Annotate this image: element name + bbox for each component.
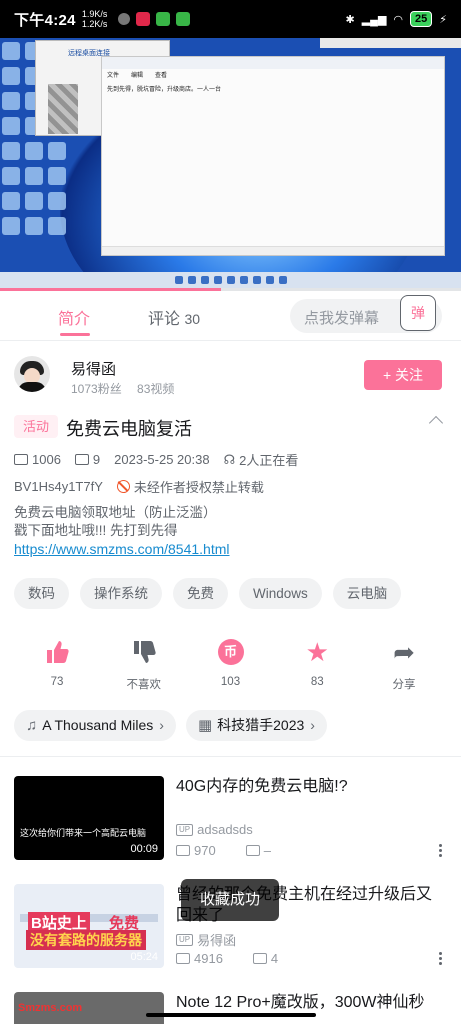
viewers-icon: ☊ [223,451,236,467]
more-options-icon[interactable] [439,952,443,967]
author-stats: 1073粉丝 83视频 [71,382,175,396]
play-count-icon [176,845,190,856]
charging-icon: ⚡ [439,13,447,26]
tab-comment[interactable]: 评论 30 [148,305,200,329]
mute-icon [117,13,130,25]
favorite-button[interactable]: ★ 83 [274,638,360,694]
no-repost-icon [116,480,130,493]
tab-intro[interactable]: 简介 [58,305,90,329]
app-notification-icon [135,12,150,26]
tag-item[interactable]: 操作系统 [80,578,162,609]
notepad-text: 先到先得，脱坑冒险，升级商店。一人一台 [107,87,222,93]
signal-icon: ▂▄▆ [361,13,387,26]
download-icon [155,12,170,26]
video-id-row: BV1Hs4y1T7fY 未经作者授权禁止转载 [14,477,264,496]
video-player[interactable]: 远程桌面连接 文件 编辑 查看 先到先得，脱坑冒险，升级商店。一人一台 [0,38,461,288]
related-title[interactable]: Note 12 Pro+魔改版，300W神仙秒 [176,992,446,1013]
dislike-button[interactable]: 不喜欢 [101,638,187,694]
video-duration: 05:24 [130,951,158,963]
chevron-right-icon: › [310,717,315,733]
coin-icon: 币 [217,639,244,665]
danmaku-count-icon [252,953,267,964]
status-time: 下午4:24 [14,11,76,29]
bvid: BV1Hs4y1T7fY [14,479,103,494]
video-thumbnail[interactable]: 这次给你们带来一个高配云电脑 00:09 [14,776,164,860]
publish-date: 2023-5-25 20:38 [114,452,210,467]
star-icon: ★ [305,637,329,667]
related-title[interactable]: 40G内存的免费云电脑!? [176,776,446,797]
avatar[interactable] [14,356,50,392]
title-row: 活动 免费云电脑复活 [14,412,447,442]
music-chip[interactable]: ♫ A Thousand Miles › [14,710,176,741]
action-bar: 73 不喜欢 币 103 ★ 83 ➦ 分享 [14,638,447,694]
follow-button[interactable]: + 关注 [364,360,442,390]
more-options-icon[interactable] [439,844,443,859]
extra-chips: ♫ A Thousand Miles › ▦ 科技猎手2023 › [14,710,327,741]
share-button[interactable]: ➦ 分享 [361,638,447,694]
description-link[interactable]: https://www.smzms.com/8541.html [14,541,230,557]
divider [0,756,461,757]
chevron-right-icon: › [159,717,164,733]
play-count-icon [176,953,190,964]
thumbs-up-icon [47,641,69,663]
tag-item[interactable]: 数码 [14,578,69,609]
video-thumbnail[interactable]: B站史上 免费 没有套路的服务器 05:24 [14,884,164,968]
play-count-icon [14,454,28,465]
taskbar [0,272,461,288]
list-item[interactable]: 这次给你们带来一个高配云电脑 00:09 40G内存的免费云电脑!? UP ad… [14,776,447,862]
tab-active-indicator [60,333,90,336]
video-duration: 00:09 [130,843,158,855]
watermark: Smzms.com [18,1002,83,1014]
network-speed: 1.9K/s 1.2K/s [81,9,108,29]
chevron-up-icon[interactable] [428,415,444,431]
screen-toolbar [320,38,461,48]
share-icon: ➦ [393,637,415,667]
video-title: 免费云电脑复活 [66,419,192,439]
event-chip[interactable]: ▦ 科技猎手2023 › [185,710,327,741]
related-stats: 970 – [176,843,301,858]
author-name[interactable]: 易得函 [71,358,116,379]
danmaku-toggle-icon[interactable]: 弹 [400,295,436,331]
tag-item[interactable]: Windows [239,578,322,609]
wifi-icon: ◠ [393,13,404,26]
bluetooth-icon: ✱ [345,13,355,26]
like-button[interactable]: 73 [14,638,100,694]
up-icon: UP [176,933,194,946]
blurred-region [48,84,78,134]
danmaku-count-icon [245,845,260,856]
content-tabs: 简介 评论 30 点我发弹幕 弹 [0,291,461,341]
tag-item[interactable]: 云电脑 [332,578,402,609]
author-row: 易得函 1073粉丝 83视频 + 关注 [14,356,447,400]
notification-icon [175,12,190,26]
video-description: 免费云电脑领取地址（防止泛滥） 戳下面地址哦!!! 先打到先得 https://… [14,505,230,557]
coin-button[interactable]: 币 103 [188,638,274,694]
home-indicator[interactable] [146,1013,316,1017]
uploader: UP adsadsds [176,822,253,837]
up-icon: UP [176,823,194,836]
music-note-icon: ♫ [26,717,38,734]
event-icon: ▦ [197,717,213,734]
notepad-window: 文件 编辑 查看 先到先得，脱坑冒险，升级商店。一人一台 [101,56,445,256]
toast-message: 收藏成功 [181,879,279,921]
battery-indicator: 25 [410,11,433,27]
uploader: UP 易得函 [176,930,236,949]
copyright-notice: 未经作者授权禁止转载 [133,480,264,495]
status-bar: 下午4:24 1.9K/s 1.2K/s ✱ ▂▄▆ ◠ 25 ⚡ [0,0,461,38]
tag-list: 数码 操作系统 免费 Windows 云电脑 [14,578,454,609]
video-meta: 1006 9 2023-5-25 20:38 ☊ 2人正在看 [14,450,447,469]
danmaku-count-icon [74,454,89,465]
activity-badge[interactable]: 活动 [14,415,59,438]
thumbs-down-icon [133,641,156,663]
related-stats: 4916 4 [176,951,308,966]
tag-item[interactable]: 免费 [173,578,228,609]
